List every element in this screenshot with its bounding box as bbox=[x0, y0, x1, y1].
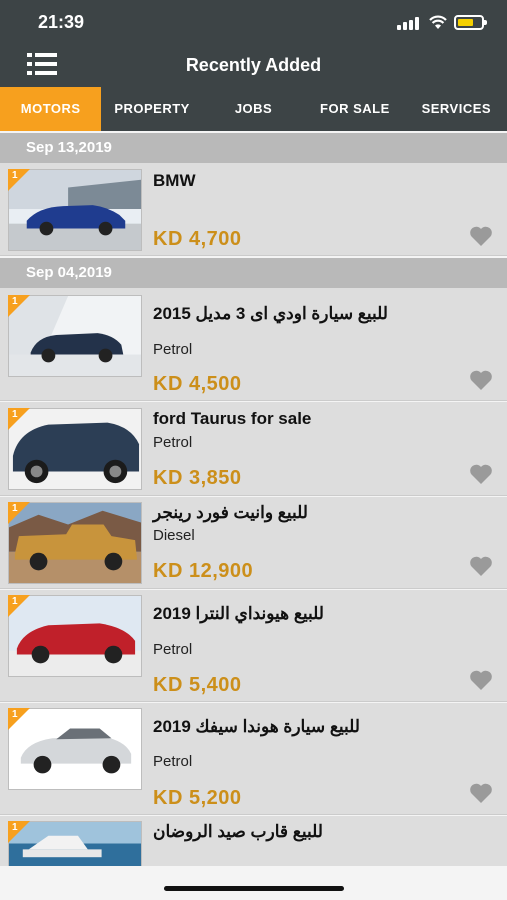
tab-motors[interactable]: MOTORS bbox=[0, 87, 102, 131]
heart-icon[interactable] bbox=[468, 225, 494, 247]
heart-icon[interactable] bbox=[468, 369, 494, 391]
date-header: Sep 04,2019 bbox=[0, 258, 507, 288]
wifi-icon bbox=[429, 15, 447, 29]
list-item[interactable]: 1 للبيع سيارة هوندا سيفك 2019 Petrol KD … bbox=[0, 703, 507, 815]
rank-badge: 1 bbox=[8, 295, 30, 317]
heart-icon[interactable] bbox=[468, 782, 494, 804]
list-item[interactable]: 1 للبيع قارب صيد الروضان bbox=[0, 816, 507, 866]
rank-badge: 1 bbox=[8, 169, 30, 191]
list-item[interactable]: 1 ford Taurus for sale Petrol KD 3,850 bbox=[0, 402, 507, 496]
heart-icon[interactable] bbox=[468, 555, 494, 577]
date-header: Sep 13,2019 bbox=[0, 133, 507, 163]
battery-icon bbox=[454, 15, 487, 30]
page-title: Recently Added bbox=[185, 55, 322, 75]
rank-badge: 1 bbox=[8, 502, 30, 524]
listing-fuel: Petrol bbox=[153, 753, 193, 770]
listing-title: للبيع وانيت فورد رينجر bbox=[153, 503, 308, 522]
listing-title: للبيع سيارة اودي اى 3 مديل 2015 bbox=[153, 304, 388, 323]
category-tabs: MOTORS PROPERTY JOBS FOR SALE SERVICES bbox=[0, 87, 507, 131]
list-item[interactable]: 1 BMW KD 4,700 bbox=[0, 163, 507, 256]
tab-property[interactable]: PROPERTY bbox=[101, 87, 202, 131]
rank-badge: 1 bbox=[8, 821, 30, 843]
listing-title: للبيع سيارة هوندا سيفك 2019 bbox=[153, 717, 360, 736]
list-item[interactable]: 1 للبيع هيونداي النترا 2019 Petrol KD 5,… bbox=[0, 590, 507, 702]
heart-icon[interactable] bbox=[468, 463, 494, 485]
home-indicator[interactable] bbox=[164, 886, 344, 891]
tab-jobs[interactable]: JOBS bbox=[203, 87, 304, 131]
listing-price: KD 5,200 bbox=[153, 787, 242, 809]
listing-price: KD 12,900 bbox=[153, 560, 254, 582]
rank-badge: 1 bbox=[8, 708, 30, 730]
rank-badge: 1 bbox=[8, 595, 30, 617]
listing-price: KD 3,850 bbox=[153, 467, 242, 489]
listing-title: للبيع قارب صيد الروضان bbox=[153, 822, 323, 841]
listing-fuel: Petrol bbox=[153, 434, 193, 451]
listing-title: ford Taurus for sale bbox=[153, 409, 312, 428]
heart-icon[interactable] bbox=[468, 669, 494, 691]
list-item[interactable]: 1 للبيع سيارة اودي اى 3 مديل 2015 Petrol… bbox=[0, 288, 507, 401]
listing-fuel: Diesel bbox=[153, 527, 195, 544]
listing-price: KD 4,500 bbox=[153, 373, 242, 395]
cellular-signal-icon bbox=[397, 17, 419, 30]
listing-fuel: Petrol bbox=[153, 641, 193, 658]
listing-price: KD 5,400 bbox=[153, 674, 242, 696]
tab-for-sale[interactable]: FOR SALE bbox=[304, 87, 405, 131]
listing-price: KD 4,700 bbox=[153, 228, 242, 250]
tab-services[interactable]: SERVICES bbox=[406, 87, 507, 131]
top-bar: 21:39 Recently Added bbox=[0, 0, 507, 87]
status-time: 21:39 bbox=[38, 12, 85, 32]
listing-title: BMW bbox=[153, 171, 196, 190]
listing-fuel: Petrol bbox=[153, 341, 193, 358]
list-item[interactable]: 1 للبيع وانيت فورد رينجر Diesel KD 12,90… bbox=[0, 497, 507, 589]
rank-badge: 1 bbox=[8, 408, 30, 430]
listing-title: للبيع هيونداي النترا 2019 bbox=[153, 604, 324, 623]
